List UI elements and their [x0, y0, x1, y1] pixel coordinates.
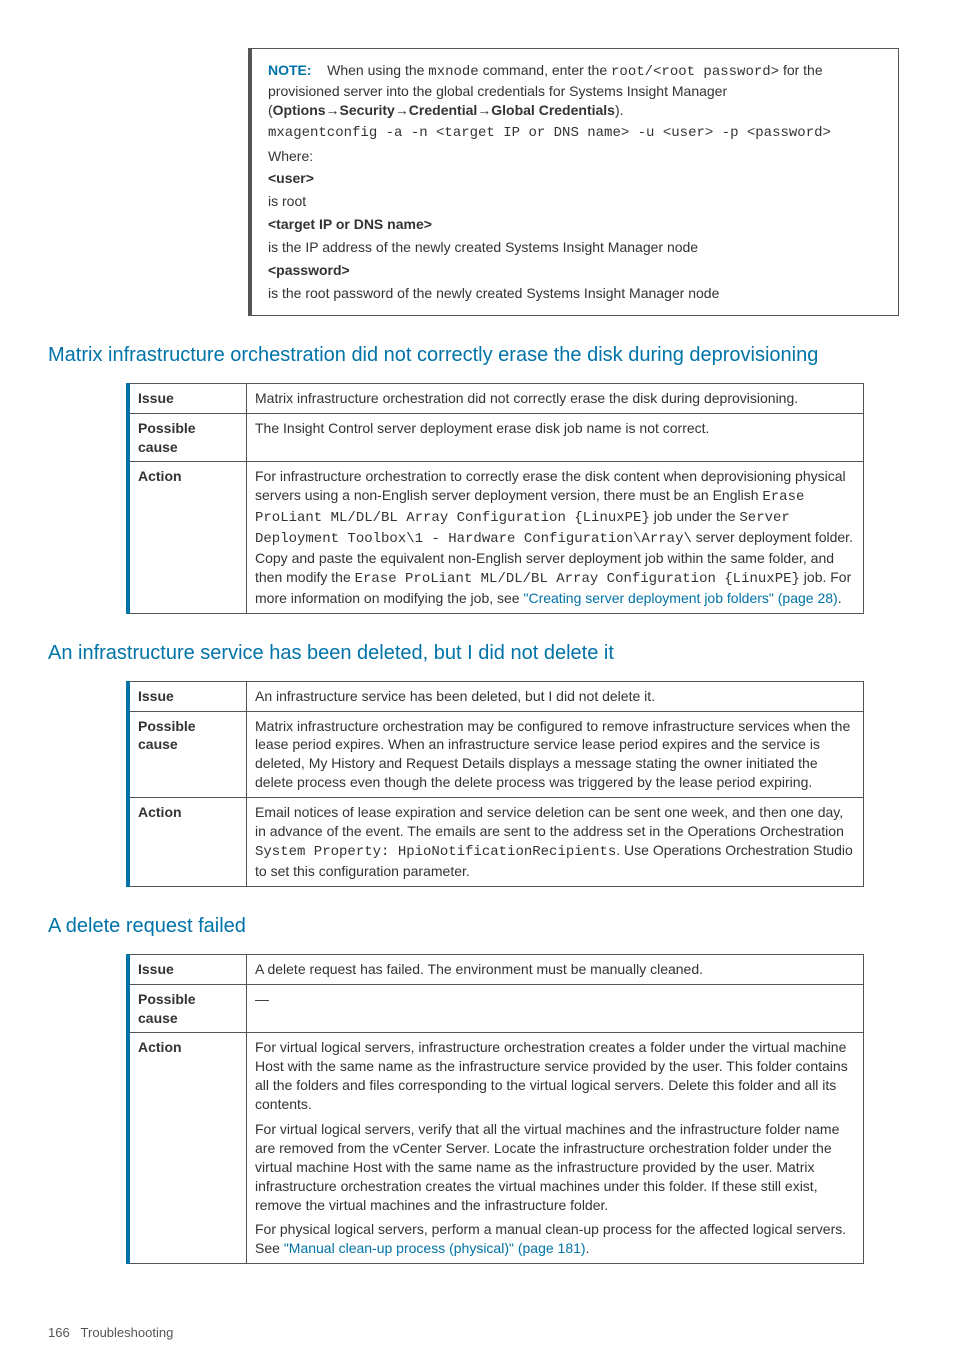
- s2-cause: Matrix infrastructure orchestration may …: [247, 711, 864, 798]
- footer-section: Troubleshooting: [81, 1325, 174, 1340]
- s2-issue: An infrastructure service has been delet…: [247, 681, 864, 711]
- row-label-issue: Issue: [128, 954, 247, 984]
- s2-a-m1: System Property: HpioNotificationRecipie…: [255, 844, 616, 860]
- s1-a-m3: Erase ProLiant ML/DL/BL Array Configurat…: [355, 571, 800, 587]
- note-text-1d: ).: [615, 102, 624, 118]
- table-erase-disk: Issue Matrix infrastructure orchestratio…: [126, 383, 864, 614]
- s3-p1: For virtual logical servers, infrastruct…: [255, 1038, 855, 1114]
- note-cmd-mxnode: mxnode: [428, 64, 478, 80]
- note-text-1a: When using the: [327, 62, 428, 78]
- note-prefix: NOTE:: [268, 62, 312, 78]
- section-title-deleted: An infrastructure service has been delet…: [48, 640, 906, 667]
- s1-a-pre: For infrastructure orchestration to corr…: [255, 468, 846, 503]
- note-box: NOTE: When using the mxnode command, ent…: [248, 48, 899, 316]
- s3-p3-link[interactable]: "Manual clean-up process (physical)" (pa…: [284, 1240, 586, 1256]
- row-label-cause: Possible cause: [128, 711, 247, 798]
- s1-a-link[interactable]: "Creating server deployment job folders"…: [523, 590, 837, 606]
- note-target-label: <target IP or DNS name>: [268, 215, 882, 234]
- note-path: Options→Security→Credential→Global Crede…: [273, 102, 615, 118]
- s1-a-end: .: [838, 590, 842, 606]
- page-footer: 166 Troubleshooting: [48, 1324, 906, 1342]
- s1-a-mid1: job under the: [650, 508, 740, 524]
- section-title-erase-disk: Matrix infrastructure orchestration did …: [48, 342, 906, 369]
- note-target-desc: is the IP address of the newly created S…: [268, 238, 882, 257]
- s3-p3b: .: [586, 1240, 590, 1256]
- s3-issue: A delete request has failed. The environ…: [247, 954, 864, 984]
- s1-issue: Matrix infrastructure orchestration did …: [247, 383, 864, 413]
- row-label-cause: Possible cause: [128, 413, 247, 462]
- row-label-action: Action: [128, 1033, 247, 1264]
- s3-p2: For virtual logical servers, verify that…: [255, 1120, 855, 1214]
- s2-a-pre: Email notices of lease expiration and se…: [255, 804, 844, 839]
- s2-action: Email notices of lease expiration and se…: [247, 798, 864, 887]
- section-title-delete-failed: A delete request failed: [48, 913, 906, 940]
- footer-page-number: 166: [48, 1325, 70, 1340]
- note-where: Where:: [268, 147, 882, 166]
- table-delete-failed: Issue A delete request has failed. The e…: [126, 954, 864, 1264]
- note-pwd-label: <password>: [268, 261, 882, 280]
- row-label-action: Action: [128, 462, 247, 613]
- row-label-issue: Issue: [128, 383, 247, 413]
- note-pwd-desc: is the root password of the newly create…: [268, 284, 882, 303]
- note-command-line: mxagentconfig -a -n <target IP or DNS na…: [268, 124, 882, 143]
- s3-cause: —: [247, 984, 864, 1033]
- s3-action: For virtual logical servers, infrastruct…: [247, 1033, 864, 1264]
- row-label-cause: Possible cause: [128, 984, 247, 1033]
- row-label-action: Action: [128, 798, 247, 887]
- note-user-desc: is root: [268, 192, 882, 211]
- s1-cause: The Insight Control server deployment er…: [247, 413, 864, 462]
- note-root: root/<root password>: [611, 64, 779, 80]
- note-user-label: <user>: [268, 169, 882, 188]
- row-label-issue: Issue: [128, 681, 247, 711]
- note-text-1b: command, enter the: [483, 62, 611, 78]
- table-deleted: Issue An infrastructure service has been…: [126, 681, 864, 887]
- s1-action: For infrastructure orchestration to corr…: [247, 462, 864, 613]
